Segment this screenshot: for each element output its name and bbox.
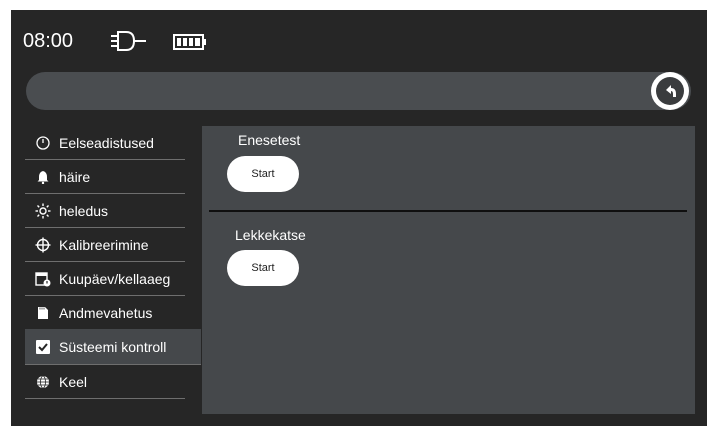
sidebar-item-calibration[interactable]: Kalibreerimine bbox=[25, 228, 185, 262]
leak-test-start-button[interactable]: Start bbox=[227, 250, 299, 286]
globe-icon bbox=[35, 374, 51, 390]
sidebar-item-label: Keel bbox=[59, 373, 88, 390]
battery-full-icon bbox=[173, 34, 206, 50]
sidebar-item-label: Kalibreerimine bbox=[59, 236, 149, 253]
back-button[interactable] bbox=[651, 72, 689, 110]
sidebar-item-brightness[interactable]: heledus bbox=[25, 194, 185, 228]
sd-card-icon bbox=[35, 305, 51, 321]
sidebar-item-label: Eelseadistused bbox=[59, 134, 154, 151]
system-check-panel: Enesetest Start Lekkekatse Start bbox=[202, 126, 695, 414]
title-bar bbox=[26, 72, 691, 110]
sidebar-item-presets[interactable]: Eelseadistused bbox=[25, 126, 185, 160]
brightness-icon bbox=[35, 203, 51, 219]
sidebar-item-label: häire bbox=[59, 168, 91, 185]
power-plug-icon bbox=[111, 31, 146, 51]
leak-test-label: Lekkekatse bbox=[235, 227, 306, 243]
crosshair-icon bbox=[35, 237, 51, 253]
settings-sidebar: Eelseadistused häire heledus Kalibreerim… bbox=[25, 126, 201, 399]
back-arrow-icon bbox=[656, 77, 684, 105]
sidebar-item-label: Süsteemi kontroll bbox=[59, 338, 167, 355]
sidebar-item-data-exchange[interactable]: Andmevahetus bbox=[25, 296, 185, 330]
sidebar-item-language[interactable]: Keel bbox=[25, 365, 185, 399]
bell-icon bbox=[35, 169, 51, 185]
sidebar-item-label: Kuupäev/kellaaeg bbox=[59, 270, 171, 287]
status-time: 08:00 bbox=[23, 30, 74, 52]
sidebar-item-date-time[interactable]: Kuupäev/kellaaeg bbox=[25, 262, 185, 296]
self-test-start-button[interactable]: Start bbox=[227, 156, 299, 192]
sidebar-item-alarm[interactable]: häire bbox=[25, 160, 185, 194]
checkbox-icon bbox=[35, 339, 51, 355]
section-divider bbox=[209, 210, 687, 212]
self-test-label: Enesetest bbox=[238, 132, 301, 148]
device-screen: 08:00 Eelseadistused häire heledus Kalib… bbox=[11, 10, 707, 426]
gauge-icon bbox=[35, 135, 51, 151]
sidebar-item-label: Andmevahetus bbox=[59, 304, 153, 321]
sidebar-item-label: heledus bbox=[59, 202, 109, 219]
sidebar-item-system-check[interactable]: Süsteemi kontroll bbox=[25, 329, 201, 365]
calendar-clock-icon bbox=[35, 271, 51, 287]
